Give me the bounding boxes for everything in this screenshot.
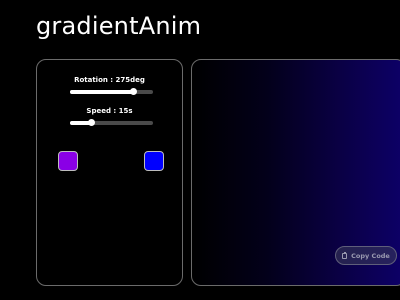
rotation-slider-fill [70, 90, 134, 94]
rotation-label: Rotation : 275deg [74, 76, 145, 84]
controls-panel: Rotation : 275deg Speed : 15s [36, 59, 183, 286]
app-page: gradientAnim Rotation : 275deg Speed : 1… [0, 0, 400, 300]
speed-label: Speed : 15s [86, 107, 133, 115]
speed-slider[interactable] [70, 119, 153, 126]
end-color-swatch[interactable] [144, 151, 164, 171]
rotation-slider-thumb[interactable] [129, 88, 137, 95]
speed-slider-thumb[interactable] [88, 119, 96, 126]
rotation-slider[interactable] [70, 88, 153, 95]
gradient-preview: Copy Code [191, 59, 400, 286]
copy-code-button[interactable]: Copy Code [335, 246, 397, 265]
start-color-swatch[interactable] [58, 151, 78, 171]
copy-code-label: Copy Code [351, 251, 390, 260]
clipboard-icon [342, 251, 348, 259]
app-title: gradientAnim [36, 12, 202, 40]
